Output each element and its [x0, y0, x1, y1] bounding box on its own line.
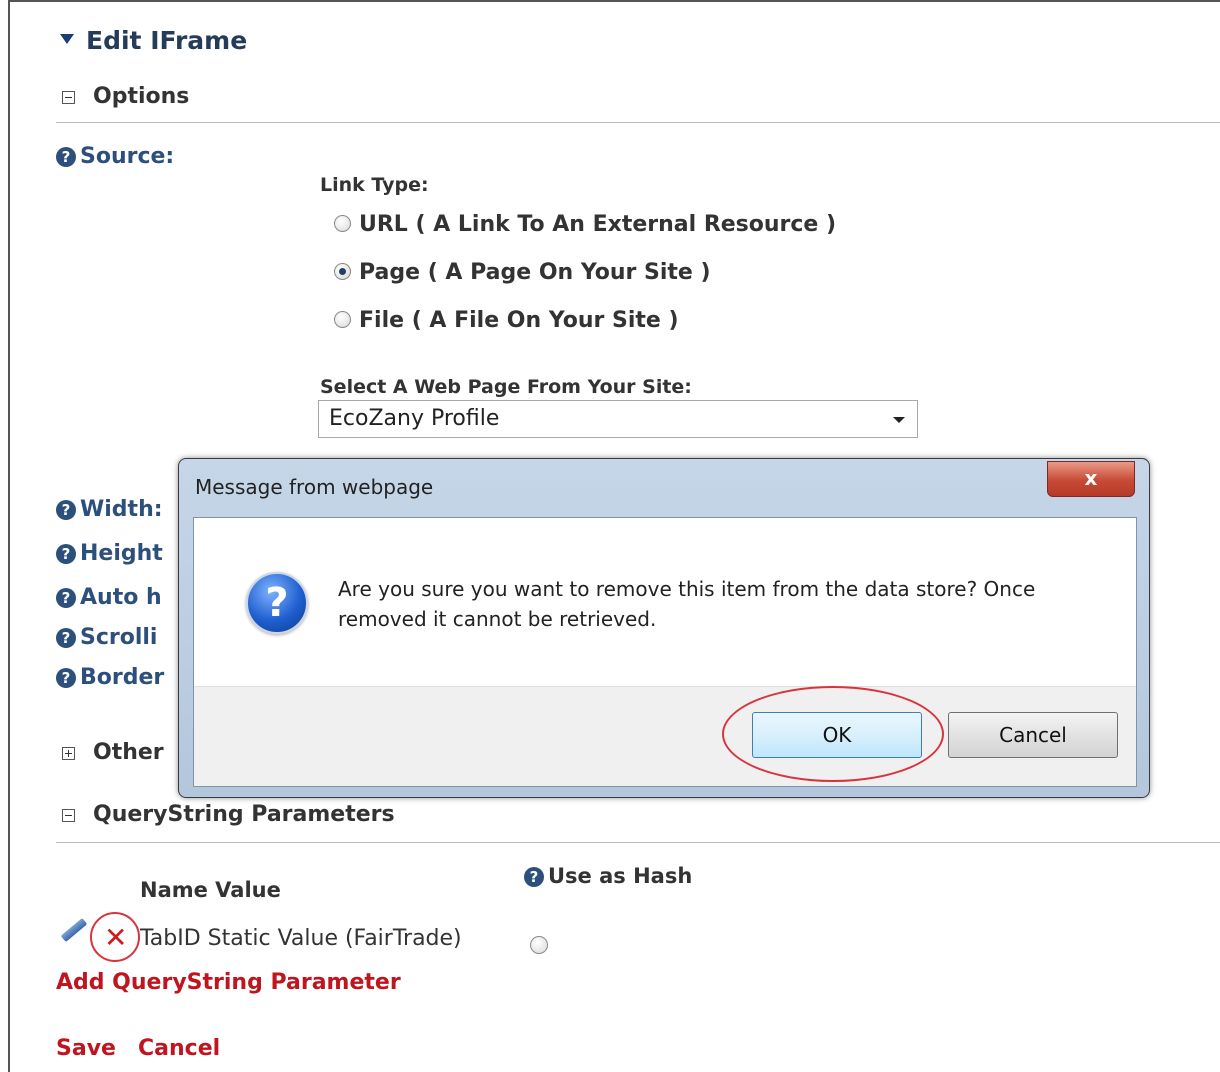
name-value-header: Name Value	[140, 878, 281, 902]
question-icon: ?	[246, 572, 308, 634]
plus-box-icon	[62, 746, 75, 760]
dialog-message-line1: Are you sure you want to remove this ite…	[338, 577, 1036, 601]
page-select[interactable]: EcoZany Profile	[318, 400, 918, 438]
help-icon[interactable]: ?	[56, 544, 76, 564]
help-icon[interactable]: ?	[56, 147, 76, 167]
help-icon[interactable]: ?	[56, 588, 76, 608]
dialog-close-button[interactable]: x	[1047, 461, 1135, 497]
scrolling-field: ? Scrolli	[56, 625, 157, 650]
width-label: Width:	[80, 497, 163, 522]
other-toggle[interactable]: Other	[62, 740, 164, 765]
edit-iframe-header[interactable]: Edit IFrame	[60, 26, 247, 55]
select-page-label: Select A Web Page From Your Site:	[320, 376, 692, 398]
options-divider	[56, 122, 1220, 123]
radio-page[interactable]: Page ( A Page On Your Site )	[334, 260, 711, 285]
border-field: ? Border	[56, 665, 164, 690]
querystring-divider	[56, 842, 1220, 843]
dialog-message: Are you sure you want to remove this ite…	[338, 574, 1098, 634]
options-label: Options	[93, 84, 190, 109]
minus-box-icon	[62, 808, 75, 822]
height-field: ? Height	[56, 541, 163, 566]
radio-page-label: Page ( A Page On Your Site )	[359, 260, 711, 285]
border-label: Border	[80, 665, 165, 690]
use-as-hash-header: ? Use as Hash	[524, 864, 692, 888]
page-select-value: EcoZany Profile	[329, 406, 500, 431]
radio-page-icon[interactable]	[334, 262, 351, 280]
radio-url-icon[interactable]	[334, 214, 351, 232]
source-field: ? Source:	[56, 144, 174, 169]
add-querystring-link[interactable]: Add QueryString Parameter	[56, 970, 401, 995]
annotation-circle-ok	[722, 686, 944, 782]
dialog-cancel-button[interactable]: Cancel	[948, 712, 1118, 758]
dialog-message-line2: removed it cannot be retrieved.	[338, 607, 657, 631]
querystring-toggle[interactable]: QueryString Parameters	[62, 802, 395, 827]
radio-file-label: File ( A File On Your Site )	[359, 308, 679, 333]
radio-url-label: URL ( A Link To An External Resource )	[359, 212, 837, 237]
help-icon[interactable]: ?	[56, 500, 76, 520]
radio-file-icon[interactable]	[334, 310, 351, 328]
message-dialog: Message from webpage x ? Are you sure yo…	[178, 458, 1150, 798]
scrolling-label: Scrolli	[80, 625, 158, 650]
hash-radio[interactable]	[530, 935, 548, 954]
help-icon[interactable]: ?	[56, 628, 76, 648]
other-label: Other	[93, 740, 164, 765]
width-field: ? Width:	[56, 497, 163, 522]
querystring-label: QueryString Parameters	[93, 802, 395, 827]
collapse-triangle-icon	[60, 34, 74, 44]
edit-iframe-title: Edit IFrame	[86, 26, 248, 55]
dialog-title: Message from webpage	[195, 475, 434, 499]
help-icon[interactable]: ?	[524, 867, 544, 887]
radio-file[interactable]: File ( A File On Your Site )	[334, 308, 679, 333]
autoheight-label: Auto h	[80, 585, 162, 610]
autoheight-field: ? Auto h	[56, 585, 162, 610]
cancel-link[interactable]: Cancel	[138, 1036, 220, 1061]
minus-box-icon	[62, 90, 75, 104]
link-type-label: Link Type:	[320, 174, 429, 196]
dialog-body: ? Are you sure you want to remove this i…	[193, 517, 1137, 787]
annotation-circle-delete	[90, 912, 140, 962]
height-label: Height	[80, 541, 163, 566]
use-as-hash-label: Use as Hash	[548, 864, 693, 888]
help-icon[interactable]: ?	[56, 668, 76, 688]
radio-url[interactable]: URL ( A Link To An External Resource )	[334, 212, 836, 237]
dropdown-arrow-icon	[893, 417, 905, 423]
querystring-row-text: TabID Static Value (FairTrade)	[140, 926, 462, 951]
options-toggle[interactable]: Options	[62, 84, 189, 109]
source-label: Source:	[80, 144, 175, 169]
save-link[interactable]: Save	[56, 1036, 116, 1061]
